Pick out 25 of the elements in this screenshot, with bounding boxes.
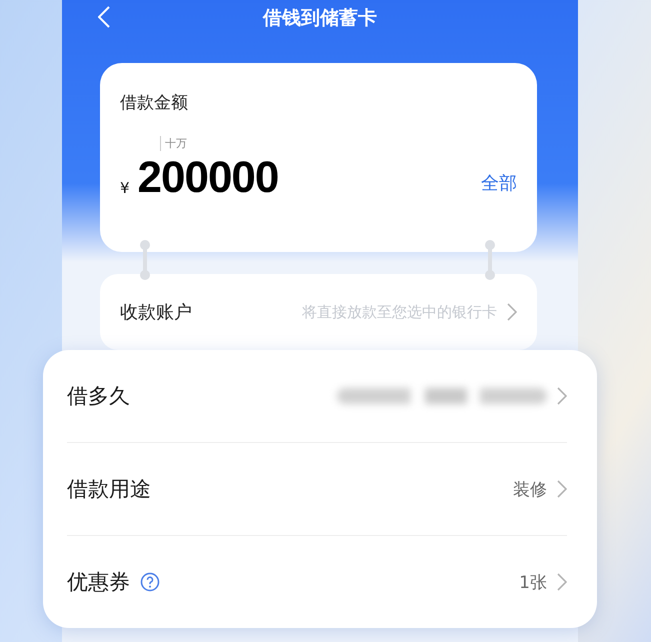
account-placeholder: 将直接放款至您选中的银行卡 (302, 302, 497, 322)
unit-hint: 十万 (160, 136, 187, 151)
all-button[interactable]: 全部 (481, 171, 517, 195)
option-row[interactable]: 借款用途 装修 (67, 443, 567, 536)
chevron-icon (557, 480, 567, 498)
page-title: 借钱到储蓄卡 (263, 6, 377, 31)
option-row[interactable]: 优惠券 1张 (67, 536, 567, 628)
chevron-icon (557, 573, 567, 591)
help-icon[interactable] (140, 572, 160, 592)
chevron-icon (557, 387, 567, 405)
option-label: 借多久 (67, 383, 130, 410)
account-row[interactable]: 收款账户 将直接放款至您选中的银行卡 (100, 274, 537, 350)
option-label: 优惠券 (67, 569, 130, 596)
option-row[interactable]: 借多久 (67, 350, 567, 443)
chevron-icon (507, 303, 517, 321)
option-value: 装修 (513, 478, 547, 500)
currency-symbol: ¥ (120, 179, 130, 197)
amount-field[interactable]: 200000 (138, 153, 278, 203)
amount-label: 借款金额 (120, 92, 189, 114)
connector-pin-icon (140, 240, 150, 280)
back-icon[interactable] (98, 6, 110, 28)
account-label: 收款账户 (120, 301, 192, 324)
connector-pin-icon (485, 240, 495, 280)
option-label: 借款用途 (67, 476, 151, 503)
option-value: 1张 (519, 572, 547, 594)
